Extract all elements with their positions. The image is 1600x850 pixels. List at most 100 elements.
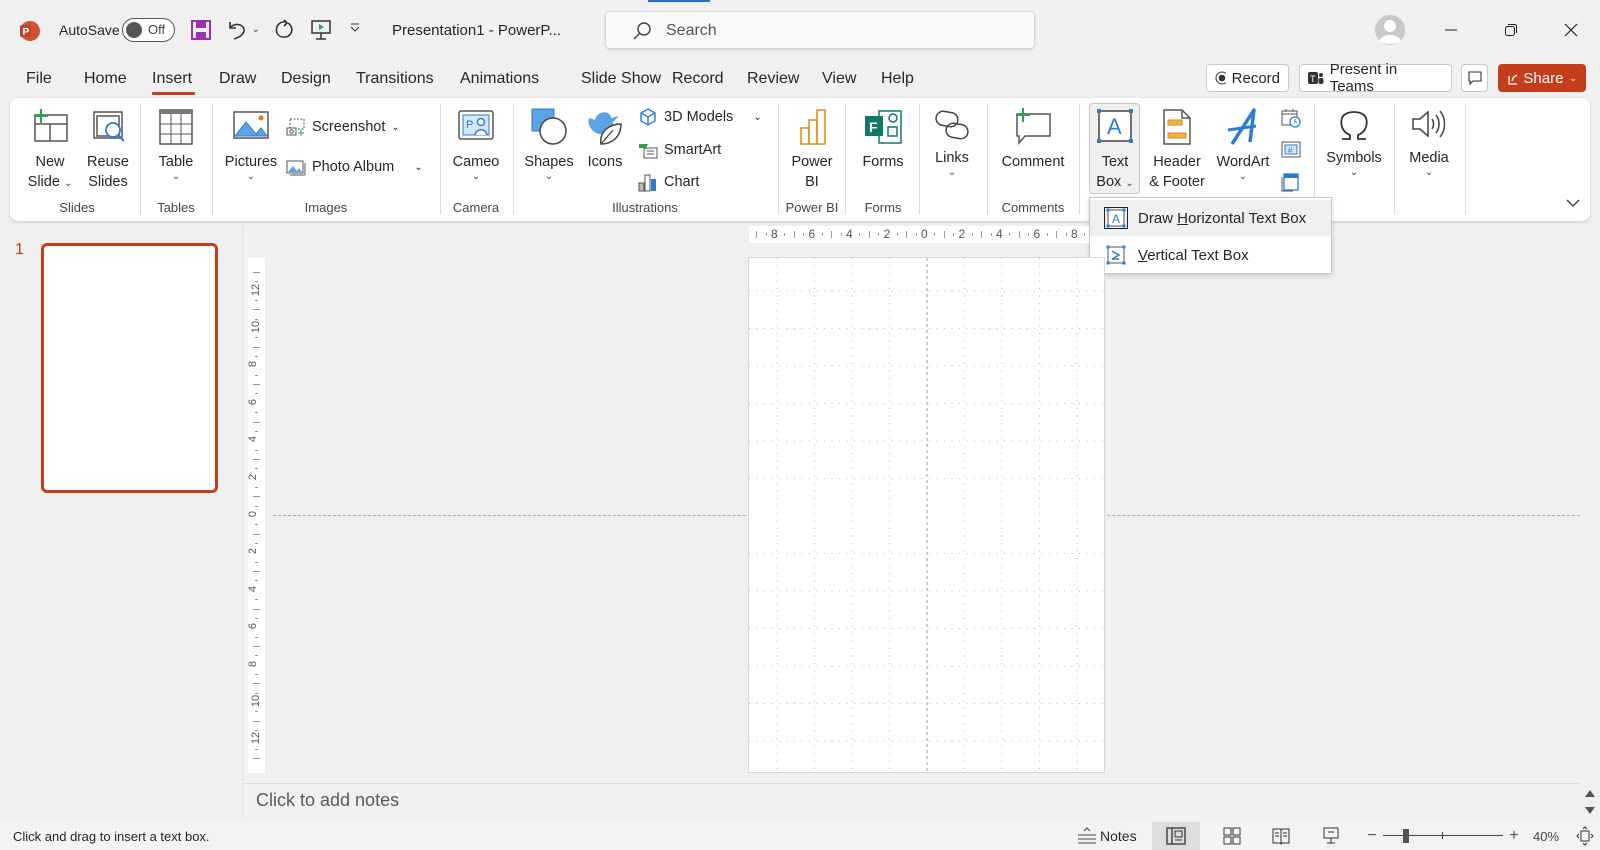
slide-show-button[interactable] — [1320, 824, 1342, 848]
tab-record[interactable]: Record — [672, 70, 724, 88]
symbols-button[interactable]: Symbols ⌄ — [1322, 106, 1386, 178]
date-time-icon[interactable] — [1281, 108, 1301, 128]
table-button[interactable]: Table ⌄ — [150, 108, 202, 182]
scroll-up-icon[interactable] — [1584, 788, 1596, 798]
tab-slide-show[interactable]: Slide Show — [581, 70, 661, 88]
reuse-slides-button[interactable]: Reuse Slides — [82, 108, 134, 192]
zoom-percent[interactable]: 40% — [1533, 829, 1559, 844]
icons-label: Icons — [587, 154, 623, 170]
minimize-icon[interactable] — [1436, 15, 1466, 45]
tab-file[interactable]: File — [26, 70, 52, 88]
group-separator — [140, 104, 141, 214]
ruler-tick — [253, 458, 260, 460]
screenshot-button[interactable]: Screenshot ⌄ — [286, 117, 400, 137]
text-box-button[interactable]: A Text Box ⌄ — [1090, 108, 1140, 192]
group-separator — [513, 104, 514, 214]
object-icon[interactable] — [1281, 172, 1301, 192]
restore-icon[interactable] — [1496, 15, 1526, 45]
ruler-tick — [253, 496, 260, 498]
slide-number-icon[interactable]: # — [1281, 140, 1301, 160]
status-message: Click and drag to insert a text box. — [13, 829, 210, 844]
tab-animations[interactable]: Animations — [460, 70, 539, 88]
close-icon[interactable] — [1556, 15, 1586, 45]
header-footer-label-2: & Footer — [1149, 174, 1205, 190]
redo-icon[interactable] — [272, 18, 296, 42]
record-button[interactable]: Record — [1206, 64, 1289, 92]
undo-dropdown-icon[interactable]: ⌄ — [252, 24, 260, 35]
undo-icon[interactable] — [225, 18, 249, 42]
cameo-button[interactable]: P Cameo ⌄ — [448, 108, 504, 182]
menu-item-draw-horizontal-text-box[interactable]: A Draw Horizontal Text Box — [1090, 200, 1331, 236]
menu-item-vertical-text-box[interactable]: Vertical Text Box — [1090, 237, 1331, 273]
autosave-toggle[interactable]: Off — [122, 18, 175, 42]
media-button[interactable]: Media ⌄ — [1402, 106, 1456, 178]
chevron-down-icon: ⌄ — [1424, 167, 1434, 178]
ruler-tick — [255, 412, 258, 414]
notes-divider[interactable] — [243, 783, 1580, 784]
tab-home[interactable]: Home — [84, 70, 127, 88]
tab-view[interactable]: View — [822, 70, 856, 88]
reuse-slides-icon — [93, 111, 125, 142]
share-button[interactable]: Share ⌄ — [1498, 64, 1586, 92]
search-icon — [632, 21, 652, 41]
ruler-tick — [255, 505, 258, 507]
zoom-slider-thumb[interactable] — [1403, 829, 1409, 843]
save-icon[interactable] — [190, 19, 212, 41]
fit-slide-button[interactable] — [1575, 824, 1595, 848]
pane-divider[interactable] — [242, 224, 243, 819]
shapes-button[interactable]: Shapes ⌄ — [521, 108, 577, 182]
photo-album-icon — [286, 160, 306, 176]
text-box-label: Text — [1101, 154, 1129, 170]
slide-sorter-button[interactable] — [1221, 824, 1243, 848]
customize-qat-icon[interactable] — [349, 22, 361, 34]
pictures-label: Pictures — [224, 154, 278, 170]
tab-insert[interactable]: Insert — [152, 70, 192, 88]
present-in-teams-button[interactable]: T Present in Teams — [1299, 61, 1452, 95]
icons-button[interactable]: Icons — [582, 108, 628, 172]
slide-canvas[interactable] — [748, 257, 1106, 774]
slide-thumbnail[interactable] — [41, 243, 218, 493]
smartart-button[interactable]: SmartArt — [638, 140, 721, 160]
chart-icon — [638, 174, 656, 192]
ribbon-display-options-icon[interactable] — [1566, 198, 1580, 208]
3d-models-button[interactable]: 3D Models ⌄ — [638, 107, 762, 127]
power-bi-button[interactable]: Power BI — [786, 108, 838, 192]
new-slide-icon — [34, 109, 68, 142]
pictures-button[interactable]: Pictures ⌄ — [222, 108, 280, 182]
tab-transitions[interactable]: Transitions — [356, 70, 434, 88]
comments-button[interactable] — [1461, 64, 1488, 92]
zoom-out-button[interactable]: − — [1365, 824, 1379, 848]
tab-draw[interactable]: Draw — [219, 70, 256, 88]
links-button[interactable]: Links ⌄ — [927, 108, 977, 178]
notes-placeholder[interactable]: Click to add notes — [256, 790, 399, 811]
user-avatar-icon[interactable] — [1375, 15, 1405, 45]
chevron-down-icon: ⌄ — [1125, 178, 1134, 189]
tab-help[interactable]: Help — [881, 70, 914, 88]
photo-album-button[interactable]: Photo Album ⌄ — [286, 157, 423, 177]
new-slide-button[interactable]: New Slide ⌄ — [24, 108, 76, 192]
header-footer-button[interactable]: Header & Footer — [1146, 108, 1208, 192]
3d-models-label: 3D Models — [664, 109, 734, 125]
comment-button[interactable]: Comment — [996, 108, 1070, 172]
normal-view-button[interactable] — [1152, 822, 1200, 850]
svg-text:A: A — [1112, 212, 1120, 226]
slide-number: 1 — [15, 241, 24, 258]
chart-button[interactable]: Chart — [638, 172, 699, 192]
wordart-button[interactable]: WordArt ⌄ — [1212, 108, 1274, 182]
forms-button[interactable]: F Forms — [855, 108, 911, 172]
ruler-tick — [253, 271, 260, 273]
tab-review[interactable]: Review — [747, 70, 799, 88]
scroll-down-icon[interactable] — [1584, 806, 1596, 816]
reuse-slides-label: Reuse — [87, 154, 129, 170]
notes-toggle-button[interactable]: Notes — [1076, 824, 1137, 848]
start-from-beginning-icon[interactable] — [309, 18, 333, 42]
ruler-label: 8 — [1071, 227, 1078, 241]
zoom-in-button[interactable]: + — [1507, 824, 1521, 848]
zoom-slider[interactable] — [1383, 828, 1503, 844]
active-tab-indicator — [152, 92, 195, 95]
tab-design[interactable]: Design — [281, 70, 331, 88]
omega-icon — [1340, 111, 1368, 140]
reading-view-button[interactable] — [1270, 824, 1292, 848]
group-separator — [440, 104, 441, 214]
search-box[interactable]: Search — [605, 11, 1035, 49]
